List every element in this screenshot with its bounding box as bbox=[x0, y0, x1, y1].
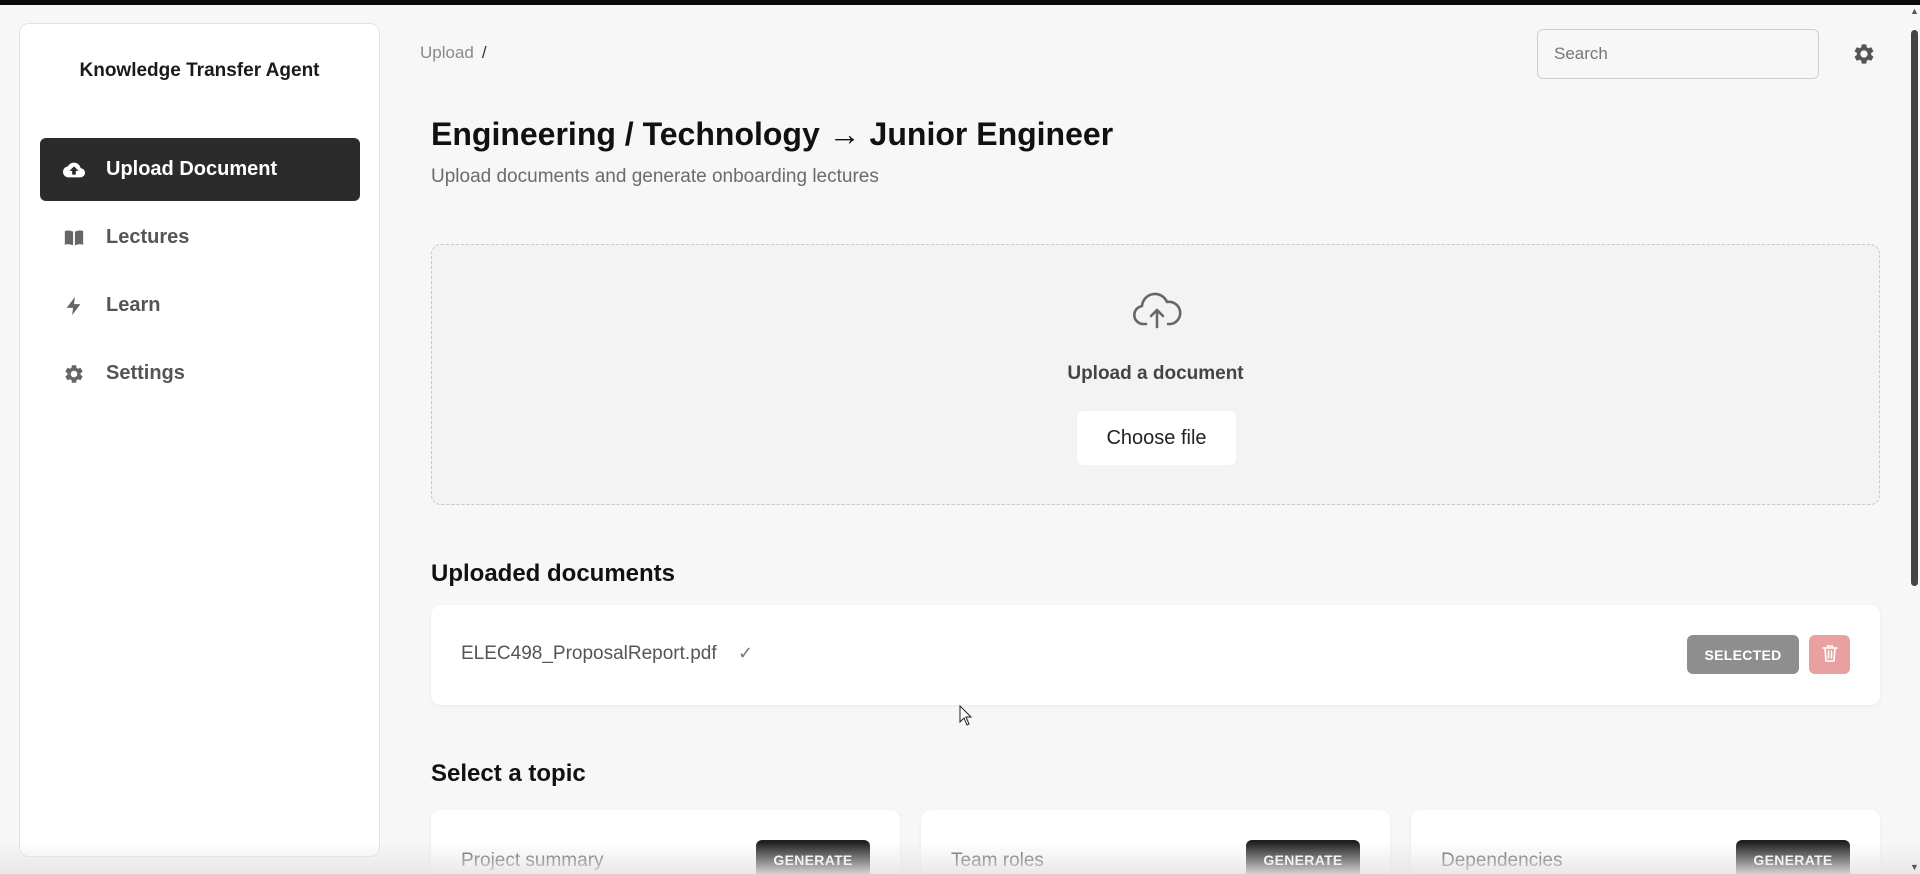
sidebar-item-label: Upload Document bbox=[106, 158, 278, 180]
book-icon bbox=[62, 226, 86, 250]
breadcrumb-separator: / bbox=[481, 43, 487, 62]
topic-card-team-roles[interactable]: Team roles GENERATE bbox=[921, 810, 1390, 874]
lightning-icon bbox=[62, 294, 86, 318]
gear-icon bbox=[62, 362, 86, 386]
breadcrumb: Upload / bbox=[420, 43, 487, 63]
sidebar-item-label: Lectures bbox=[106, 226, 190, 248]
generate-button[interactable]: GENERATE bbox=[1736, 840, 1850, 874]
sidebar-item-learn[interactable]: Learn bbox=[40, 274, 360, 337]
topic-name: Team roles bbox=[951, 850, 1044, 871]
sidebar-item-label: Learn bbox=[106, 294, 161, 316]
topic-list: Project summary GENERATE Team roles GENE… bbox=[431, 810, 1880, 874]
upload-dropzone[interactable]: Upload a document Choose file bbox=[431, 244, 1880, 505]
search-input[interactable] bbox=[1537, 29, 1819, 79]
sidebar-item-lectures[interactable]: Lectures bbox=[40, 206, 360, 269]
page-title: Engineering / Technology → Junior Engine… bbox=[431, 116, 1114, 152]
upload-label: Upload a document bbox=[1067, 363, 1244, 384]
select-topic-title: Select a topic bbox=[431, 760, 586, 787]
topic-name: Dependencies bbox=[1441, 850, 1563, 871]
document-name: ELEC498_ProposalReport.pdf bbox=[461, 643, 717, 664]
selected-badge[interactable]: SELECTED bbox=[1687, 635, 1799, 674]
generate-button[interactable]: GENERATE bbox=[1246, 840, 1360, 874]
mouse-cursor-icon bbox=[959, 704, 973, 727]
scrollbar-thumb[interactable] bbox=[1911, 30, 1918, 586]
scroll-up-arrow-icon[interactable]: ▲ bbox=[1910, 6, 1919, 16]
sidebar-nav: Upload Document Lectures Learn Settings bbox=[40, 138, 360, 410]
cloud-upload-icon bbox=[1132, 291, 1182, 331]
topic-name: Project summary bbox=[461, 850, 604, 871]
gear-icon[interactable] bbox=[1852, 42, 1876, 66]
app-brand: Knowledge Transfer Agent bbox=[79, 60, 320, 81]
uploaded-documents-title: Uploaded documents bbox=[431, 560, 676, 587]
trash-icon bbox=[1821, 644, 1838, 665]
check-icon: ✓ bbox=[738, 643, 754, 663]
document-row[interactable]: ELEC498_ProposalReport.pdf ✓ SELECTED bbox=[431, 605, 1880, 705]
page-subtitle: Upload documents and generate onboarding… bbox=[431, 166, 879, 187]
sidebar: Knowledge Transfer Agent Upload Document… bbox=[19, 23, 380, 857]
scroll-down-arrow-icon[interactable]: ▼ bbox=[1910, 862, 1919, 872]
breadcrumb-upload[interactable]: Upload bbox=[420, 43, 474, 62]
delete-document-button[interactable] bbox=[1809, 635, 1850, 674]
generate-button[interactable]: GENERATE bbox=[756, 840, 870, 874]
topic-card-project-summary[interactable]: Project summary GENERATE bbox=[431, 810, 900, 874]
sidebar-item-label: Settings bbox=[106, 362, 185, 384]
topic-card-dependencies[interactable]: Dependencies GENERATE bbox=[1411, 810, 1880, 874]
choose-file-button[interactable]: Choose file bbox=[1077, 411, 1236, 465]
sidebar-item-settings[interactable]: Settings bbox=[40, 342, 360, 405]
cloud-upload-icon bbox=[62, 158, 86, 182]
window-top-bar bbox=[0, 0, 1920, 5]
sidebar-item-upload-document[interactable]: Upload Document bbox=[40, 138, 360, 201]
